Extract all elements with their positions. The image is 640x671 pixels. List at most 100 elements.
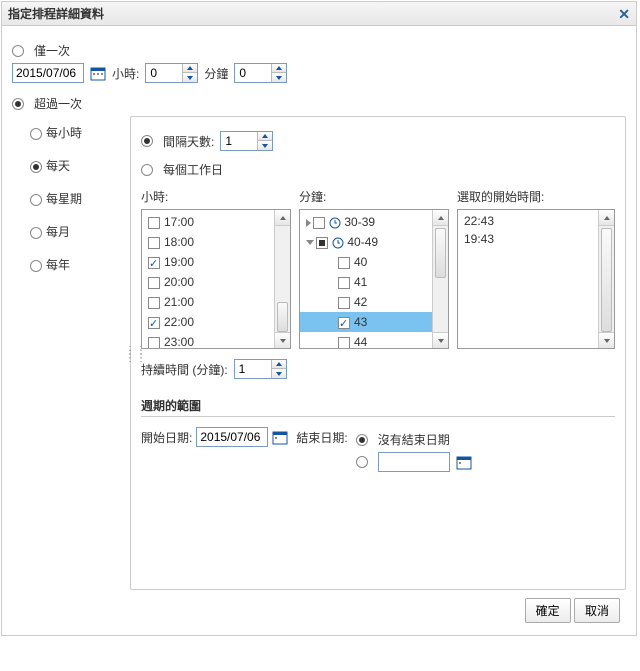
selected-column-header: 選取的開始時間: (457, 188, 615, 205)
hour-check[interactable] (148, 217, 160, 229)
collapse-icon[interactable] (306, 240, 314, 245)
no-end-date-radio[interactable] (356, 434, 368, 446)
hour-check[interactable] (148, 257, 160, 269)
yearly-radio[interactable] (30, 260, 42, 272)
minute-item: 42 (354, 295, 367, 309)
hour-item: 18:00 (164, 235, 194, 249)
hour-check[interactable] (148, 297, 160, 309)
hour-item: 21:00 (164, 295, 194, 309)
scroll-thumb[interactable] (435, 228, 446, 278)
spinner-up-icon[interactable] (272, 64, 286, 73)
spinner-up-icon[interactable] (258, 132, 272, 141)
interval-days-row: 間隔天數: (141, 131, 615, 151)
more-row: 超過一次 (12, 95, 626, 112)
scroll-down-icon[interactable] (433, 332, 448, 348)
close-icon[interactable]: ✕ (618, 2, 630, 26)
hour-item: 20:00 (164, 275, 194, 289)
scrollbar[interactable] (432, 210, 448, 348)
calendar-icon[interactable] (456, 454, 472, 470)
end-date-label: 結束日期: (296, 431, 347, 445)
scroll-up-icon[interactable] (275, 210, 290, 226)
scroll-up-icon[interactable] (599, 210, 614, 226)
hour-column-header: 小時: (141, 188, 291, 205)
hour-listbox[interactable]: 17:00 18:00 19:00 20:00 21:00 22:00 23:0… (141, 209, 291, 349)
hourly-radio[interactable] (30, 128, 42, 140)
once-date-input[interactable] (12, 63, 84, 83)
specific-end-date-radio[interactable] (356, 456, 368, 468)
interval-days-radio[interactable] (141, 135, 153, 147)
selected-times-listbox[interactable]: 22:43 19:43 (457, 209, 615, 349)
spinner-up-icon[interactable] (183, 64, 197, 73)
once-hour-input[interactable] (146, 64, 182, 82)
selected-time-item[interactable]: 22:43 (458, 212, 614, 230)
scrollbar[interactable] (598, 210, 614, 348)
once-hour-spinner[interactable] (145, 63, 198, 83)
minute-group-label: 30-39 (344, 215, 375, 229)
scroll-down-icon[interactable] (275, 332, 290, 348)
spinner-down-icon[interactable] (272, 369, 286, 378)
minute-item: 44 (354, 335, 367, 349)
minute-label: 分鐘 (204, 65, 228, 82)
minute-check[interactable] (338, 337, 350, 349)
scroll-thumb[interactable] (277, 302, 288, 332)
minute-check[interactable] (338, 297, 350, 309)
dialog-body: 僅一次 小時: 分鐘 超過一次 每小時 每天 (2, 26, 636, 635)
workday-radio[interactable] (141, 164, 153, 176)
spinner-down-icon[interactable] (272, 73, 286, 82)
clock-icon (329, 217, 341, 229)
spinner-up-icon[interactable] (272, 360, 286, 369)
minute-listbox[interactable]: 30-39 40-49 40 41 42 43 44 (299, 209, 449, 349)
once-datetime-row: 小時: 分鐘 (12, 63, 626, 83)
cancel-button[interactable]: 取消 (574, 598, 620, 623)
interval-days-input[interactable] (221, 132, 257, 150)
expand-icon[interactable] (306, 219, 311, 227)
detail-panel: ⋮⋮⋮⋮⋮⋮ 間隔天數: 每個工作日 小時: (130, 116, 626, 590)
once-radio[interactable] (12, 45, 24, 57)
hour-check[interactable] (148, 317, 160, 329)
scrollbar[interactable] (274, 210, 290, 348)
calendar-icon[interactable] (90, 65, 106, 81)
weekly-label: 每星期 (46, 192, 82, 206)
minute-item: 43 (354, 315, 367, 329)
minute-check[interactable] (338, 317, 350, 329)
start-date-label: 開始日期: (141, 429, 192, 446)
dialog-title: 指定排程詳細資料 (8, 2, 104, 26)
start-date-input[interactable] (196, 427, 268, 447)
once-minute-spinner[interactable] (234, 63, 287, 83)
minute-check[interactable] (338, 277, 350, 289)
minute-item: 40 (354, 255, 367, 269)
selected-time-item[interactable]: 19:43 (458, 230, 614, 248)
minute-group-check[interactable] (316, 237, 328, 249)
minute-check[interactable] (338, 257, 350, 269)
once-minute-input[interactable] (235, 64, 271, 82)
daily-radio[interactable] (30, 161, 42, 173)
more-than-once-radio[interactable] (12, 98, 24, 110)
end-date-input[interactable] (378, 452, 450, 472)
calendar-icon[interactable] (272, 429, 288, 445)
once-row: 僅一次 (12, 42, 626, 59)
hour-check[interactable] (148, 337, 160, 349)
spinner-down-icon[interactable] (258, 141, 272, 150)
ok-button[interactable]: 確定 (525, 598, 571, 623)
duration-input[interactable] (235, 360, 271, 378)
scroll-down-icon[interactable] (599, 332, 614, 348)
interval-days-spinner[interactable] (220, 131, 273, 151)
weekly-radio[interactable] (30, 194, 42, 206)
scroll-up-icon[interactable] (433, 210, 448, 226)
scroll-thumb[interactable] (601, 228, 612, 332)
monthly-radio[interactable] (30, 227, 42, 239)
minute-item: 41 (354, 275, 367, 289)
more-than-once-label: 超過一次 (34, 95, 82, 112)
no-end-date-label: 沒有結束日期 (378, 431, 450, 448)
spinner-down-icon[interactable] (183, 73, 197, 82)
hour-check[interactable] (148, 277, 160, 289)
hour-item: 23:00 (164, 335, 194, 349)
yearly-label: 每年 (46, 258, 70, 272)
minute-group-check[interactable] (313, 217, 325, 229)
resize-grip-icon[interactable]: ⋮⋮⋮⋮⋮⋮ (125, 349, 147, 361)
hour-check[interactable] (148, 237, 160, 249)
time-columns: 小時: 17:00 18:00 19:00 20:00 21:00 22:00 … (141, 188, 615, 349)
hour-item: 22:00 (164, 315, 194, 329)
duration-spinner[interactable] (234, 359, 287, 379)
workday-row: 每個工作日 (141, 161, 615, 178)
